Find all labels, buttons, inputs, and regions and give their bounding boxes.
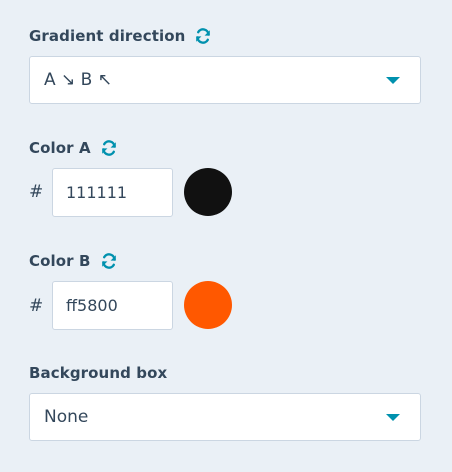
color-a-hex-input[interactable]: 111111 <box>52 168 173 217</box>
color-a-label: Color A <box>29 139 91 157</box>
color-a-swatch[interactable] <box>184 168 232 216</box>
gradient-direction-value: A ↘ B ↖ <box>44 70 112 90</box>
color-a-label-row: Color A <box>29 136 119 160</box>
background-box-value: None <box>44 407 89 427</box>
background-box-select[interactable]: None <box>29 393 421 441</box>
refresh-icon[interactable] <box>193 26 213 46</box>
background-box-label: Background box <box>29 364 168 382</box>
refresh-icon[interactable] <box>99 138 119 158</box>
background-box-label-row: Background box <box>29 361 167 385</box>
chevron-down-icon <box>386 414 400 421</box>
color-a-hash-prefix: # <box>29 182 44 202</box>
chevron-down-icon <box>386 77 400 84</box>
color-b-hash-prefix: # <box>29 296 44 316</box>
color-b-label: Color B <box>29 252 91 270</box>
refresh-icon[interactable] <box>99 251 119 271</box>
gradient-direction-label: Gradient direction <box>29 27 186 45</box>
color-b-label-row: Color B <box>29 249 119 273</box>
gradient-direction-label-row: Gradient direction <box>29 24 213 48</box>
gradient-direction-select[interactable]: A ↘ B ↖ <box>29 56 421 104</box>
color-b-hex-input[interactable]: ff5800 <box>52 281 173 330</box>
color-b-swatch[interactable] <box>184 281 232 329</box>
